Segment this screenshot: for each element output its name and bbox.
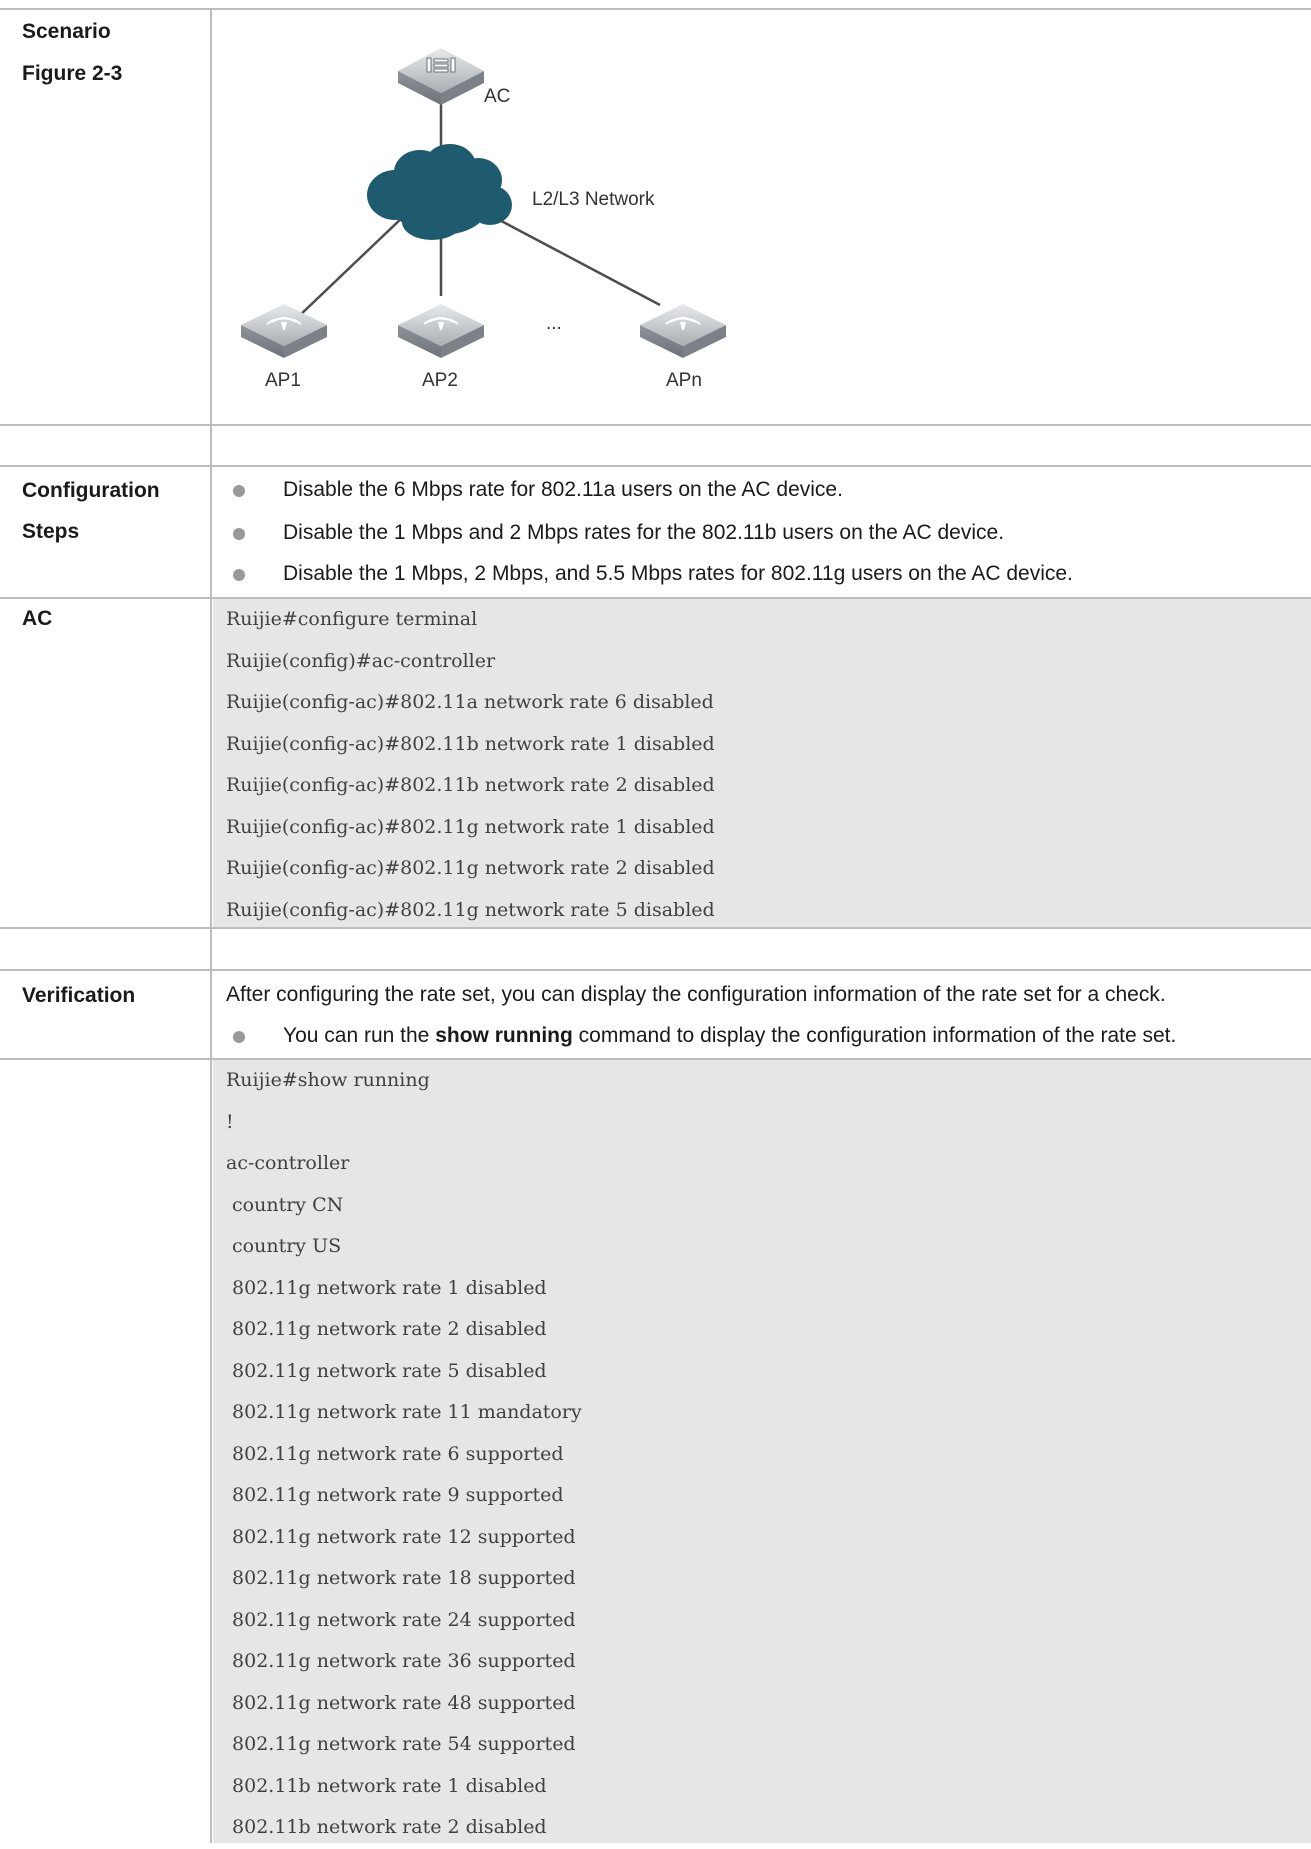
code-line: 802.11g network rate 11 mandatory — [226, 1401, 582, 1423]
ac-row-label: AC — [22, 607, 53, 630]
ap1-label: AP1 — [265, 370, 301, 391]
config-steps-label-line2: Steps — [22, 520, 80, 543]
network-topology-diagram — [241, 48, 726, 358]
code-line: 802.11g network rate 9 supported — [226, 1484, 564, 1506]
apn-label: APn — [666, 370, 702, 391]
code-line: 802.11g network rate 12 supported — [226, 1525, 576, 1548]
code-line: 802.11g network rate 2 disabled — [226, 1318, 547, 1340]
ac-code-block: Ruijie#configure terminal Ruijie(config)… — [213, 599, 1311, 927]
code-line: Ruijie(config-ac)#802.11b network rate 2… — [226, 774, 715, 796]
verification-intro: After configuring the rate set, you can … — [226, 983, 1166, 1006]
code-line: 802.11g network rate 48 supported — [226, 1691, 576, 1714]
code-line: 802.11g network rate 24 supported — [226, 1608, 576, 1631]
link-cloud-apn — [489, 213, 661, 307]
code-line: Ruijie(config-ac)#802.11g network rate 5… — [226, 898, 715, 921]
verification-label: Verification — [22, 984, 136, 1007]
code-line: ! — [226, 1110, 234, 1133]
code-line: 802.11g network rate 36 supported — [226, 1650, 576, 1672]
row-divider-spacer1 — [0, 465, 1311, 467]
code-line: 802.11g network rate 1 disabled — [226, 1276, 547, 1299]
bullet-icon — [233, 1031, 245, 1043]
link-cloud-ap1 — [296, 214, 406, 319]
row-divider-scenario — [0, 424, 1311, 426]
code-line: 802.11g network rate 6 supported — [226, 1442, 564, 1465]
ap2-label: AP2 — [422, 370, 458, 391]
code-line: country US — [226, 1235, 342, 1257]
bullet-icon — [233, 569, 245, 581]
code-line: Ruijie(config-ac)#802.11b network rate 1… — [226, 732, 715, 755]
code-line: Ruijie(config-ac)#802.11g network rate 1… — [226, 815, 715, 838]
ellipsis-label: ... — [546, 313, 562, 334]
code-line: 802.11b network rate 1 disabled — [226, 1774, 547, 1797]
bullet-icon — [233, 528, 245, 540]
code-line: Ruijie#show running — [226, 1069, 430, 1091]
show-running-output-block: Ruijie#show running ! ac-controller coun… — [213, 1060, 1311, 1843]
ap2-device-icon — [398, 304, 484, 358]
show-running-command: show running — [435, 1024, 573, 1047]
code-line: country CN — [226, 1193, 344, 1216]
code-line: Ruijie(config-ac)#802.11a network rate 6… — [226, 691, 714, 713]
ap1-device-icon — [241, 304, 327, 358]
ac-label: AC — [484, 86, 511, 107]
config-step-text: Disable the 6 Mbps rate for 802.11a user… — [283, 478, 843, 501]
config-step-text: Disable the 1 Mbps, 2 Mbps, and 5.5 Mbps… — [283, 562, 1073, 585]
bullet-icon — [233, 485, 245, 497]
ac-device-icon — [398, 48, 484, 105]
code-line: 802.11g network rate 54 supported — [226, 1733, 576, 1755]
verification-text-after: command to display the configuration inf… — [572, 1024, 1177, 1047]
config-steps-label-line1: Configuration — [22, 479, 160, 502]
code-line: Ruijie#configure terminal — [226, 608, 478, 630]
code-line: 802.11g network rate 5 disabled — [226, 1359, 547, 1382]
verification-text: You can run the show running command to … — [283, 1018, 1176, 1054]
config-step-text: Disable the 1 Mbps and 2 Mbps rates for … — [283, 521, 1005, 544]
apn-device-icon — [640, 304, 726, 358]
verification-text-before: You can run the — [283, 1024, 436, 1047]
code-line: Ruijie(config)#ac-controller — [226, 649, 496, 672]
row-divider-spacer2 — [0, 969, 1311, 971]
network-label: L2/L3 Network — [532, 189, 655, 210]
code-line: 802.11b network rate 2 disabled — [226, 1816, 547, 1838]
network-cloud-icon — [367, 144, 512, 240]
code-line: Ruijie(config-ac)#802.11g network rate 2… — [226, 857, 715, 879]
code-line: 802.11g network rate 18 supported — [226, 1567, 576, 1589]
code-line: ac-controller — [226, 1152, 350, 1174]
